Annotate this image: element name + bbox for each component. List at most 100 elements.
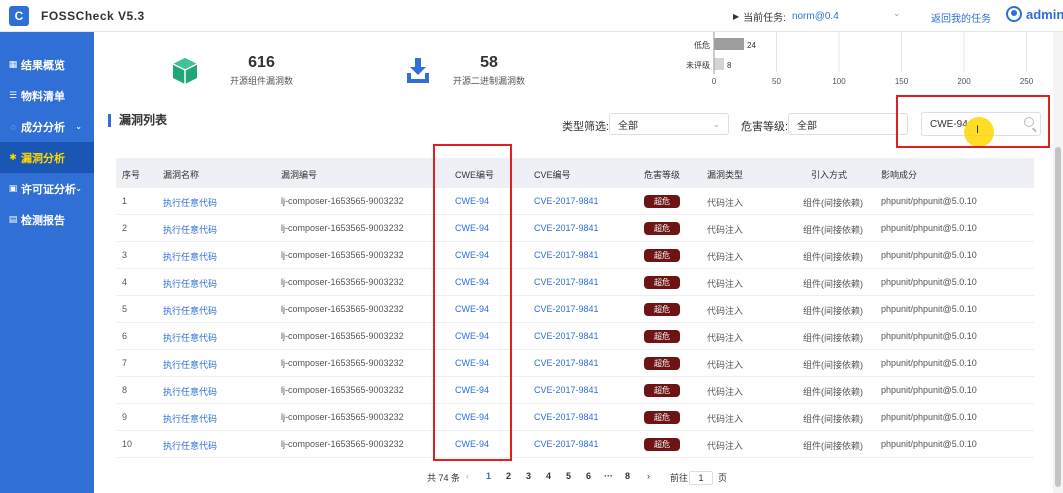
- severity-badge: 超危: [644, 222, 680, 235]
- cve-id-link[interactable]: CVE-2017-9841: [534, 385, 599, 395]
- user-avatar-icon: [1006, 6, 1022, 22]
- pagination-goto-label: 前往: [670, 473, 689, 483]
- introduction-method: 组件(间接依赖): [803, 252, 863, 262]
- cve-id-link[interactable]: CVE-2017-9841: [534, 277, 599, 287]
- affected-component: phpunit/phpunit@5.0.10: [881, 412, 977, 422]
- task-value: norm@0.4: [791, 11, 839, 22]
- cve-id-link[interactable]: CVE-2017-9841: [534, 304, 599, 314]
- sidebar-item-bom[interactable]: ☰ 物料清单: [0, 80, 94, 111]
- type-filter-select[interactable]: 全部 ⌄: [609, 113, 729, 135]
- vuln-name-link[interactable]: 执行任意代码: [163, 223, 217, 236]
- vuln-id: lj-composer-1653565-9003232: [281, 304, 404, 314]
- cve-id-link[interactable]: CVE-2017-9841: [534, 250, 599, 260]
- affected-component: phpunit/phpunit@5.0.10: [881, 358, 977, 368]
- chart-tick-label: 200: [957, 77, 971, 86]
- vuln-name-link[interactable]: 执行任意代码: [163, 439, 217, 452]
- back-to-my-tasks-link[interactable]: 返回我的任务: [931, 10, 991, 25]
- vuln-type: 代码注入: [707, 198, 744, 208]
- cve-id-link[interactable]: CVE-2017-9841: [534, 412, 599, 422]
- scrollbar-thumb[interactable]: [1055, 147, 1061, 487]
- column-header: CVE编号: [534, 170, 571, 180]
- introduction-method: 组件(间接依赖): [803, 225, 863, 235]
- sidebar-item-report[interactable]: ▤ 检测报告: [0, 204, 94, 235]
- cve-id-link[interactable]: CVE-2017-9841: [534, 358, 599, 368]
- vuln-name-link[interactable]: 执行任意代码: [163, 304, 217, 317]
- cve-id-link[interactable]: CVE-2017-9841: [534, 196, 599, 206]
- vuln-name-link[interactable]: 执行任意代码: [163, 331, 217, 344]
- pagination-goto-input[interactable]: 1: [689, 471, 713, 485]
- severity-filter-value: 全部: [797, 120, 817, 132]
- affected-component: phpunit/phpunit@5.0.10: [881, 196, 977, 206]
- pagination-page[interactable]: 1: [486, 471, 491, 481]
- column-header: 漏洞类型: [707, 170, 744, 180]
- user-name: admin: [1026, 6, 1063, 22]
- affected-component: phpunit/phpunit@5.0.10: [881, 223, 977, 233]
- component-icon: ◌: [10, 121, 16, 132]
- table-row: 5 执行任意代码 lj-composer-1653565-9003232 CWE-94…: [116, 296, 1034, 323]
- sidebar-item-label: 结果概览: [21, 59, 65, 72]
- pagination-page[interactable]: 4: [546, 471, 551, 481]
- vuln-id: lj-composer-1653565-9003232: [281, 439, 404, 449]
- play-icon: ▶: [733, 12, 740, 21]
- table-row: 2 执行任意代码 lj-composer-1653565-9003232 CWE-94…: [116, 215, 1034, 242]
- highlight-box-search: [896, 95, 1050, 148]
- table-row: 3 执行任意代码 lj-composer-1653565-9003232 CWE-94…: [116, 242, 1034, 269]
- vuln-name-link[interactable]: 执行任意代码: [163, 277, 217, 290]
- vuln-id: lj-composer-1653565-9003232: [281, 412, 404, 422]
- app-title: FOSSCheck V5.3: [41, 8, 145, 23]
- vuln-name-link[interactable]: 执行任意代码: [163, 196, 217, 209]
- column-header: 漏洞名称: [163, 170, 200, 180]
- cve-id-link[interactable]: CVE-2017-9841: [534, 439, 599, 449]
- severity-filter-select[interactable]: 全部: [788, 113, 908, 135]
- vuln-name-link[interactable]: 执行任意代码: [163, 250, 217, 263]
- pagination-page[interactable]: 5: [566, 471, 571, 481]
- chart-tick-label: 100: [832, 77, 846, 86]
- user-menu[interactable]: admin: [1006, 6, 1063, 22]
- chevron-down-icon: ⌄: [75, 122, 82, 131]
- pagination-page[interactable]: 6: [586, 471, 591, 481]
- type-filter-value: 全部: [618, 120, 638, 132]
- sidebar-item-component-analysis[interactable]: ◌ 成分分析 ⌄: [0, 111, 94, 142]
- introduction-method: 组件(间接依赖): [803, 198, 863, 208]
- license-icon: ▣: [8, 183, 18, 193]
- pagination-ellipsis[interactable]: ···: [604, 471, 613, 481]
- vuln-type: 代码注入: [707, 252, 744, 262]
- vuln-type: 代码注入: [707, 360, 744, 370]
- column-header: 漏洞编号: [281, 170, 318, 180]
- vuln-type: 代码注入: [707, 441, 744, 451]
- vuln-name-link[interactable]: 执行任意代码: [163, 412, 217, 425]
- affected-component: phpunit/phpunit@5.0.10: [881, 304, 977, 314]
- severity-badge: 超危: [644, 330, 680, 343]
- column-header: 危害等级: [644, 170, 681, 180]
- pagination-page[interactable]: 2: [506, 471, 511, 481]
- current-task-selector[interactable]: ▶ 当前任务: norm@0.4 ⌄: [733, 8, 901, 24]
- vuln-name-link[interactable]: 执行任意代码: [163, 385, 217, 398]
- cve-id-link[interactable]: CVE-2017-9841: [534, 223, 599, 233]
- row-index: 8: [122, 385, 128, 395]
- sidebar-item-license-analysis[interactable]: ▣ 许可证分析 ⌄: [0, 173, 94, 204]
- pagination-page[interactable]: 8: [625, 471, 630, 481]
- report-icon: ▤: [8, 214, 18, 224]
- vuln-name-link[interactable]: 执行任意代码: [163, 358, 217, 371]
- sidebar-item-overview[interactable]: ▦ 结果概览: [0, 49, 94, 80]
- sidebar-item-label: 许可证分析: [21, 183, 76, 196]
- pagination-page[interactable]: 3: [526, 471, 531, 481]
- row-index: 2: [122, 223, 128, 233]
- column-header: 序号: [122, 170, 141, 180]
- pagination-next-button[interactable]: ›: [647, 471, 650, 481]
- chart-tick-label: 0: [712, 77, 717, 86]
- row-index: 1: [122, 196, 128, 206]
- column-header: 影响成分: [881, 170, 918, 180]
- vuln-id: lj-composer-1653565-9003232: [281, 277, 404, 287]
- row-index: 10: [122, 439, 133, 449]
- sidebar-item-vulnerability-analysis[interactable]: ✱ 漏洞分析: [0, 142, 94, 173]
- row-index: 9: [122, 412, 128, 422]
- severity-badge: 超危: [644, 303, 680, 316]
- stat-value: 616: [248, 54, 275, 71]
- chart-bar: [714, 58, 724, 70]
- vertical-scrollbar[interactable]: [1053, 32, 1063, 493]
- pagination-goto-suffix: 页: [718, 473, 728, 483]
- pagination-prev-button[interactable]: ‹: [466, 471, 469, 481]
- cve-id-link[interactable]: CVE-2017-9841: [534, 331, 599, 341]
- sidebar-item-label: 漏洞分析: [21, 152, 65, 165]
